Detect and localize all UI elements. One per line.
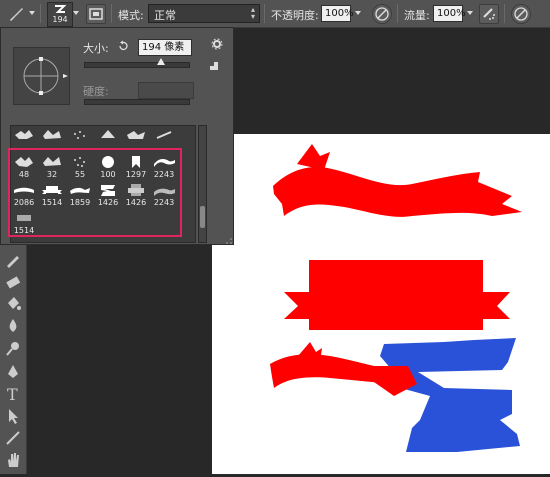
hardness-input[interactable] — [138, 82, 194, 99]
preset-cell[interactable] — [125, 128, 147, 150]
tool-preset-dropdown-icon[interactable] — [29, 11, 35, 15]
eraser-tool-icon[interactable] — [3, 272, 23, 292]
paint-bucket-icon[interactable] — [3, 294, 23, 314]
opacity-label: 不透明度: — [271, 9, 319, 22]
highlight-box — [8, 148, 182, 237]
ribbon-straight-right-end — [483, 292, 510, 319]
preset-cell[interactable] — [13, 128, 35, 150]
preset-scrollbar[interactable] — [198, 125, 207, 243]
ribbon-wavy-top-tail — [297, 144, 330, 170]
size-input[interactable]: 194 像素 — [138, 39, 192, 56]
preset-cell[interactable] — [97, 128, 119, 150]
opacity-input[interactable]: 100% — [321, 5, 354, 22]
brush-size-value: 194 — [52, 15, 68, 24]
gear-icon[interactable] — [211, 38, 223, 53]
preset-scrollbar-thumb[interactable] — [200, 206, 205, 228]
brush-panel-toggle-icon[interactable] — [86, 4, 106, 24]
flow-label: 流量: — [404, 9, 430, 22]
hardness-slider[interactable] — [84, 99, 190, 105]
chevron-updown-icon: ▴ ▾ — [250, 5, 255, 21]
ribbon-red-overlap — [372, 366, 417, 396]
brush-preset-picker[interactable]: 194 — [47, 2, 73, 27]
ribbon-zigzag-blue — [380, 338, 520, 452]
flow-input[interactable]: 100% — [433, 5, 466, 22]
hand-tool-icon[interactable] — [3, 450, 23, 470]
brush-tool-icon[interactable] — [6, 4, 26, 24]
mode-value: 正常 — [154, 9, 176, 22]
airbrush-icon[interactable] — [479, 4, 499, 24]
pressure-size-icon[interactable] — [511, 4, 531, 24]
mode-select[interactable]: 正常 ▴ ▾ — [148, 4, 260, 23]
path-selection-icon[interactable] — [3, 406, 23, 426]
resize-grip-icon[interactable] — [225, 235, 233, 248]
reset-size-icon[interactable] — [117, 40, 129, 55]
ribbon-straight-body — [309, 260, 483, 330]
brush-tool-icon[interactable] — [3, 250, 23, 270]
svg-text:T: T — [7, 385, 18, 404]
pen-tool-icon[interactable] — [3, 362, 23, 382]
flow-dropdown-icon[interactable] — [467, 11, 473, 15]
opacity-dropdown-icon[interactable] — [355, 11, 361, 15]
pressure-opacity-icon[interactable] — [372, 4, 392, 24]
size-slider-handle[interactable] — [157, 58, 165, 65]
size-label: 大小: — [83, 42, 109, 55]
blur-tool-icon[interactable] — [3, 316, 23, 336]
mode-label: 模式: — [118, 9, 144, 22]
document-canvas[interactable] — [212, 134, 550, 474]
new-preset-icon[interactable] — [209, 61, 219, 74]
options-bar: 194 模式: 正常 ▴ ▾ 不透明度: 100% 流量: 100% — [0, 0, 550, 28]
hardness-label: 硬度: — [83, 85, 109, 98]
size-slider[interactable] — [84, 62, 190, 68]
preset-cell[interactable] — [153, 128, 175, 150]
preset-cell[interactable] — [41, 128, 63, 150]
dodge-tool-icon[interactable] — [3, 338, 23, 358]
ribbon-wavy-top — [273, 167, 522, 217]
preset-cell[interactable] — [69, 128, 91, 150]
line-tool-icon[interactable] — [3, 428, 23, 448]
brush-dropdown-icon[interactable] — [73, 11, 79, 15]
ribbon-straight-left-end — [284, 292, 309, 319]
brush-angle-preview[interactable] — [13, 47, 70, 105]
type-tool-icon[interactable]: T — [3, 384, 23, 404]
canvas-artwork — [270, 144, 522, 452]
